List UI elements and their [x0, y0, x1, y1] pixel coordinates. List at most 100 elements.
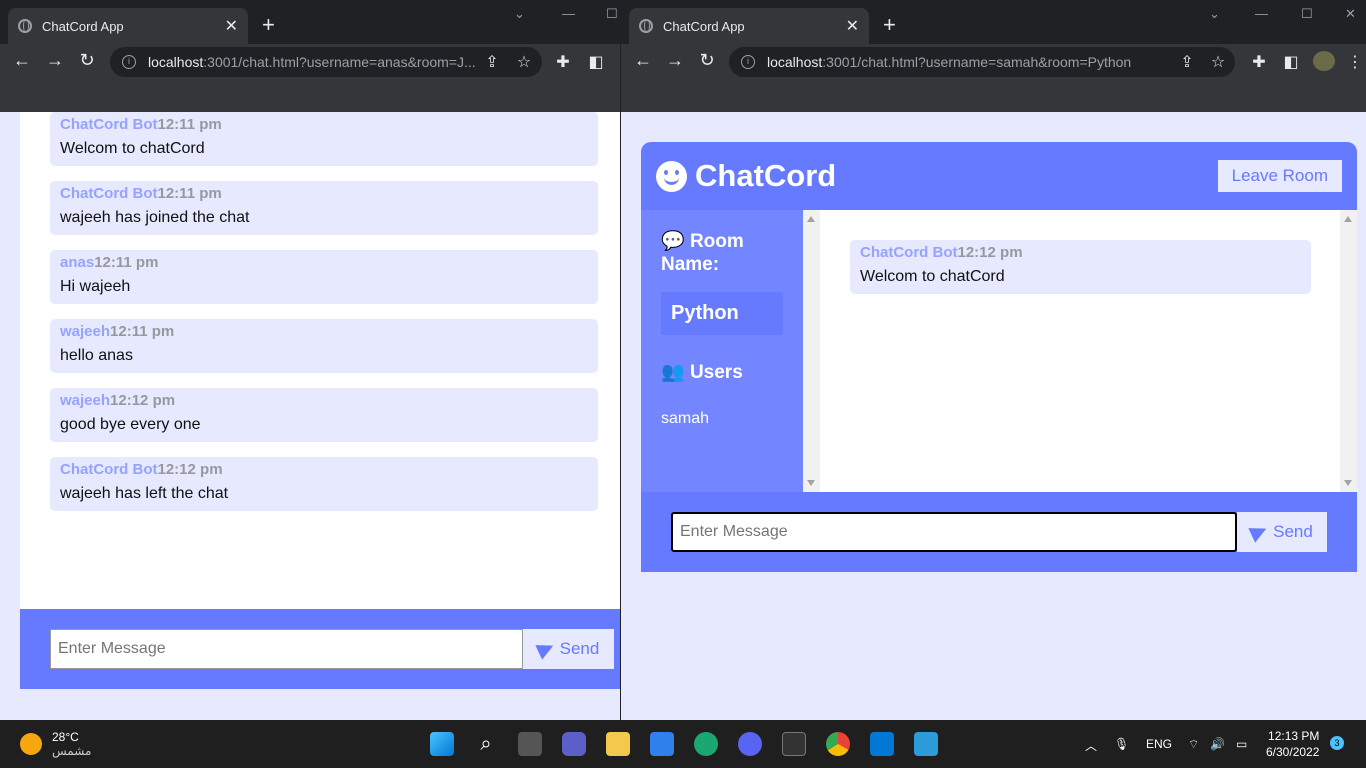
file-explorer-icon[interactable] — [606, 732, 630, 756]
message: ChatCord Bot12:12 pm Welcom to chatCord — [850, 240, 1311, 294]
chat-app-icon[interactable] — [562, 732, 586, 756]
info-icon[interactable]: i — [741, 55, 755, 69]
maximize-icon[interactable]: ☐ — [1301, 6, 1313, 22]
clock-time: 12:13 PM — [1268, 729, 1320, 743]
share-icon[interactable]: ⇪ — [1177, 52, 1197, 72]
browser-toolbar: ← → ↻ i localhost:3001/chat.html?usernam… — [621, 44, 1366, 80]
browser-window-left: ChatCord App ✕ + ⌄ — ☐ ← → ↻ i localhost… — [0, 0, 620, 720]
language-indicator[interactable]: ENG — [1146, 737, 1172, 751]
send-button[interactable]: Send — [523, 629, 614, 669]
address-bar[interactable]: i localhost:3001/chat.html?username=anas… — [110, 47, 542, 77]
new-tab-icon[interactable]: + — [883, 12, 896, 38]
message-text: good bye every one — [60, 416, 201, 433]
volume-icon[interactable]: 🔊 — [1210, 737, 1225, 751]
extensions-icon[interactable]: ✚ — [553, 52, 573, 72]
wifi-icon[interactable]: ⌔ — [1188, 737, 1199, 752]
browser-window-right: ChatCord App ✕ + ⌄ — ☐ ✕ ← → ↻ i localho… — [621, 0, 1366, 720]
weather-temp: 28°C — [52, 730, 79, 744]
message-text: Welcom to chatCord — [60, 140, 205, 157]
chat-messages[interactable]: ChatCord Bot12:11 pm Welcom to chatCord … — [20, 112, 620, 609]
bookmark-star-icon[interactable]: ☆ — [1208, 52, 1228, 72]
message-user: wajeeh — [60, 392, 111, 409]
message-user: anas — [60, 254, 95, 271]
message-time: 12:12 pm — [110, 392, 176, 409]
terminal-icon[interactable] — [782, 732, 806, 756]
browser-tab[interactable]: ChatCord App ✕ — [8, 8, 248, 44]
message-text: Hi wajeeh — [60, 278, 131, 295]
browser-toolbar: ← → ↻ i localhost:3001/chat.html?usernam… — [0, 44, 620, 80]
message: ChatCord Bot12:11 pm Welcom to chatCord — [50, 112, 598, 166]
send-label: Send — [559, 639, 600, 658]
chevron-down-icon[interactable]: ⌄ — [1209, 6, 1220, 22]
users-heading: Users — [689, 362, 743, 383]
message-input[interactable]: Enter Message — [50, 629, 523, 669]
globe-icon — [18, 19, 32, 33]
edge-icon[interactable] — [694, 732, 718, 756]
message: anas12:11 pm Hi wajeeh — [50, 250, 598, 304]
search-icon[interactable]: ⌕ — [474, 732, 498, 756]
scrollbar-right[interactable] — [1340, 210, 1357, 492]
task-view-icon[interactable] — [518, 732, 542, 756]
leave-room-button[interactable]: Leave Room — [1217, 160, 1342, 192]
chat-messages[interactable]: ChatCord Bot12:12 pm Welcom to chatCord — [803, 210, 1357, 492]
reload-icon[interactable]: ↻ — [695, 50, 719, 71]
share-icon[interactable]: ⇪ — [482, 52, 502, 72]
minimize-icon[interactable]: — — [562, 6, 575, 21]
bookmark-star-icon[interactable]: ☆ — [514, 52, 534, 72]
reload-icon[interactable]: ↻ — [75, 50, 99, 71]
message: ChatCord Bot12:12 pm wajeeh has left the… — [50, 457, 598, 511]
store-icon[interactable] — [650, 732, 674, 756]
message-time: 12:12 pm — [957, 244, 1023, 261]
minimize-icon[interactable]: — — [1255, 6, 1268, 21]
tab-title: ChatCord App — [663, 18, 745, 34]
message: wajeeh12:11 pm hello anas — [50, 319, 598, 373]
side-panel-icon[interactable]: ◧ — [586, 52, 606, 72]
send-button[interactable]: Send — [1237, 512, 1327, 552]
clock[interactable]: 12:13 PM 6/30/2022 — [1266, 728, 1319, 760]
photos-icon[interactable] — [914, 732, 938, 756]
url-host: localhost — [767, 54, 823, 70]
send-label: Send — [1273, 522, 1313, 541]
chat-sidebar: 💬 Room Name: Python 👥 Users samah — [641, 210, 803, 492]
chrome-icon[interactable] — [826, 732, 850, 756]
back-icon[interactable]: ← — [631, 50, 655, 71]
address-bar[interactable]: i localhost:3001/chat.html?username=sama… — [729, 47, 1235, 77]
menu-icon[interactable]: ⋮ — [1345, 52, 1365, 72]
info-icon[interactable]: i — [122, 55, 136, 69]
back-icon[interactable]: ← — [10, 50, 34, 71]
url-host: localhost — [148, 54, 204, 70]
new-tab-icon[interactable]: + — [262, 12, 275, 38]
user-item: samah — [661, 410, 710, 427]
battery-icon[interactable]: ▭ — [1236, 737, 1247, 751]
start-icon[interactable] — [430, 732, 454, 756]
notification-badge[interactable]: 3 — [1330, 736, 1344, 750]
discord-icon[interactable] — [738, 732, 762, 756]
close-tab-icon[interactable]: ✕ — [846, 16, 859, 36]
tab-title: ChatCord App — [42, 18, 124, 34]
browser-tab[interactable]: ChatCord App ✕ — [629, 8, 869, 44]
paper-plane-icon — [535, 638, 557, 660]
chevron-up-icon[interactable]: ︿ — [1085, 737, 1097, 754]
microphone-icon[interactable]: 🎙 — [1114, 737, 1129, 751]
message-text: hello anas — [60, 347, 133, 364]
message-user: ChatCord Bot — [60, 185, 158, 202]
close-tab-icon[interactable]: ✕ — [225, 16, 238, 36]
comments-icon: 💬 — [661, 231, 685, 252]
chat-page: ChatCord Bot12:11 pm Welcom to chatCord … — [0, 112, 620, 720]
scrollbar-left[interactable] — [803, 210, 820, 492]
weather-widget[interactable]: 28°C مشمس — [20, 730, 91, 758]
clock-date: 6/30/2022 — [1266, 745, 1320, 759]
globe-icon — [639, 19, 653, 33]
close-window-icon[interactable]: ✕ — [1345, 6, 1356, 22]
message-input[interactable]: Enter Message — [671, 512, 1237, 552]
vscode-icon[interactable] — [870, 732, 894, 756]
profile-avatar[interactable] — [1313, 51, 1335, 71]
maximize-icon[interactable]: ☐ — [606, 6, 618, 22]
chevron-down-icon[interactable]: ⌄ — [514, 6, 525, 22]
forward-icon[interactable]: → — [43, 50, 67, 71]
url-rest: :3001/chat.html?username=samah&room=Pyth… — [822, 54, 1132, 70]
message-text: wajeeh has joined the chat — [60, 209, 250, 226]
side-panel-icon[interactable]: ◧ — [1281, 52, 1301, 72]
forward-icon[interactable]: → — [663, 50, 687, 71]
extensions-icon[interactable]: ✚ — [1249, 52, 1269, 72]
